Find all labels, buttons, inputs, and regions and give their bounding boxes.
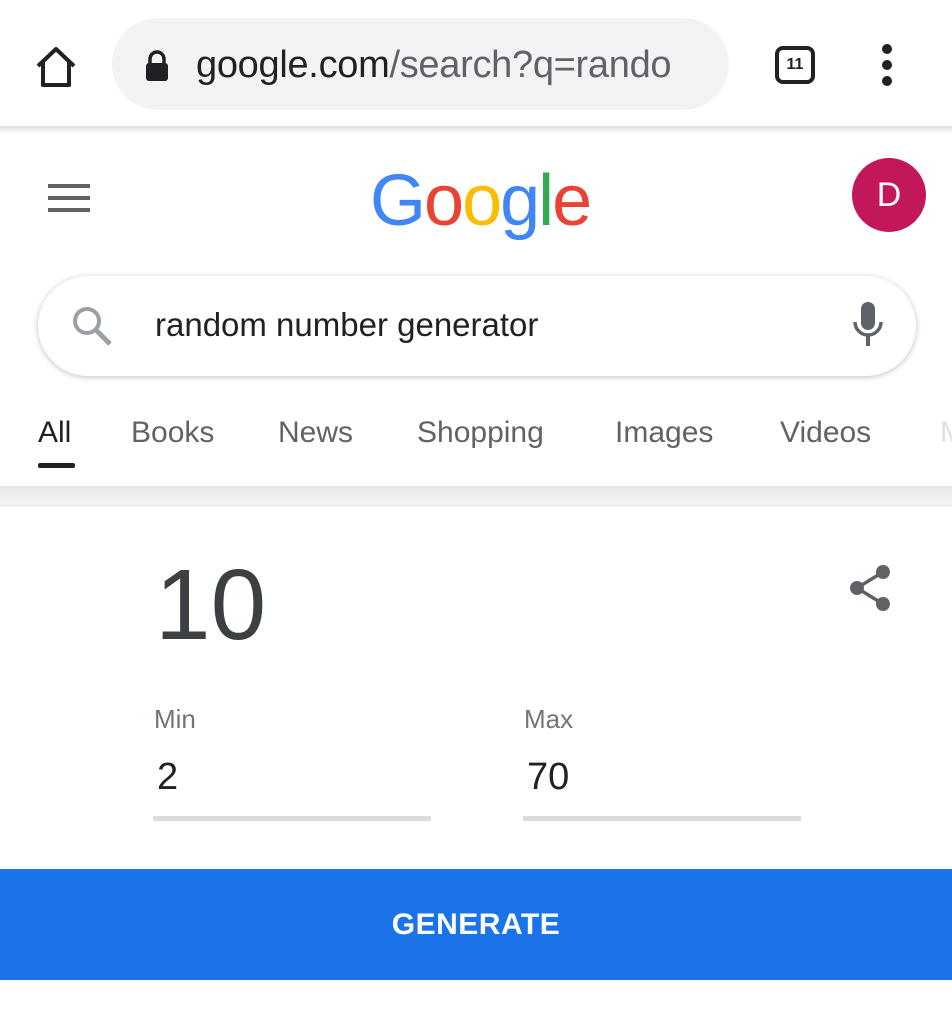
search-input[interactable]: random number generator: [155, 306, 538, 344]
section-divider: [0, 486, 952, 506]
min-label: Min: [154, 704, 196, 734]
tab-shopping[interactable]: Shopping: [417, 416, 544, 450]
max-label: Max: [524, 704, 574, 734]
min-input[interactable]: 2: [157, 756, 178, 799]
avatar[interactable]: D: [852, 158, 926, 232]
microphone-icon[interactable]: [850, 300, 886, 350]
toolbar-divider: [0, 126, 952, 134]
url-path: /search?q=rando: [389, 44, 672, 86]
max-underline: [523, 816, 801, 821]
max-input[interactable]: 70: [527, 756, 569, 799]
generate-button[interactable]: GENERATE: [0, 869, 952, 980]
min-underline: [153, 816, 431, 821]
google-logo[interactable]: Google: [370, 160, 592, 242]
more-menu-icon[interactable]: [872, 40, 902, 90]
tab-all[interactable]: All: [38, 416, 71, 450]
lock-icon: [146, 50, 168, 81]
home-icon[interactable]: [34, 46, 78, 88]
tab-switcher-button[interactable]: 11: [775, 46, 815, 84]
tab-videos[interactable]: Videos: [780, 416, 871, 450]
share-icon[interactable]: [848, 564, 892, 612]
search-icon[interactable]: [70, 304, 114, 348]
active-tab-indicator: [38, 463, 75, 468]
hamburger-menu-icon[interactable]: [48, 182, 92, 214]
random-result: 10: [155, 549, 267, 661]
tab-more[interactable]: M: [940, 416, 952, 450]
tab-news[interactable]: News: [278, 416, 353, 450]
tab-images[interactable]: Images: [615, 416, 713, 450]
tab-books[interactable]: Books: [131, 416, 214, 450]
url-host: google.com: [196, 44, 390, 86]
url-text[interactable]: google.com/search?q=rando: [196, 44, 672, 87]
